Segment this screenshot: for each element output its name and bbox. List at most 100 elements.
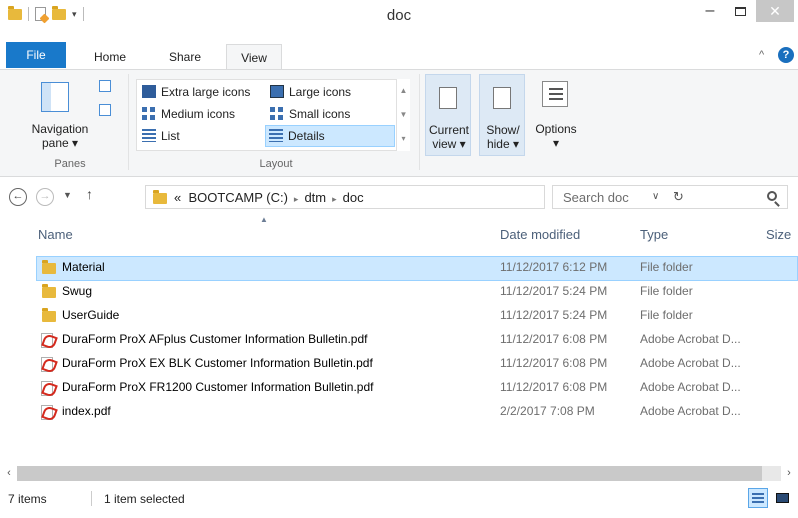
- breadcrumb-chevron-icon[interactable]: ▸: [294, 194, 299, 204]
- address-toolbar: ← → ▼ ↑ « BOOTCAMP (C:) ▸ dtm ▸ doc ∨ ↻: [0, 177, 798, 215]
- medium-icons-label: Medium icons: [161, 107, 236, 121]
- options-icon[interactable]: [542, 81, 568, 107]
- recent-locations-icon[interactable]: ▼: [63, 190, 72, 200]
- navigation-pane-label: Navigation: [31, 122, 89, 136]
- column-header-size[interactable]: Size: [766, 227, 791, 242]
- column-header-type[interactable]: Type: [640, 227, 668, 242]
- breadcrumb-doc[interactable]: doc: [343, 190, 364, 205]
- file-name: DuraForm ProX FR1200 Customer Informatio…: [62, 380, 374, 394]
- status-bar: 7 items 1 item selected: [0, 482, 798, 518]
- file-row[interactable]: DuraForm ProX EX BLK Customer Informatio…: [0, 352, 798, 376]
- tab-file[interactable]: File: [6, 42, 66, 68]
- file-name: Swug: [62, 284, 93, 298]
- location-folder-icon: [153, 190, 167, 204]
- show-hide-button[interactable]: Show/ hide ▾: [479, 74, 525, 156]
- options-dropdown-icon: ▾: [552, 136, 560, 150]
- up-button[interactable]: ↑: [86, 186, 93, 202]
- preview-pane-icon[interactable]: [99, 80, 111, 92]
- file-name: DuraForm ProX AFplus Customer Informatio…: [62, 332, 368, 346]
- file-name: UserGuide: [62, 308, 120, 322]
- group-label-layout: Layout: [259, 158, 293, 170]
- small-icons-icon: [270, 107, 284, 120]
- show-hide-icon: [493, 87, 511, 109]
- list-icon: [142, 129, 156, 142]
- sort-ascending-icon: ▲: [260, 215, 268, 224]
- close-button[interactable]: ✕: [756, 0, 794, 22]
- group-divider: [128, 74, 129, 170]
- pdf-icon: [40, 380, 54, 396]
- item-count: 7 items: [8, 492, 47, 506]
- forward-button[interactable]: →: [36, 188, 54, 206]
- search-box[interactable]: [552, 185, 788, 209]
- layout-large-icons[interactable]: Large icons: [267, 82, 392, 102]
- breadcrumb-dtm[interactable]: dtm: [304, 190, 326, 205]
- navigation-pane-label-2: pane ▾: [41, 136, 79, 150]
- scroll-right-icon[interactable]: ›: [782, 466, 796, 481]
- list-label: List: [161, 129, 180, 143]
- medium-icons-icon: [142, 107, 156, 120]
- navigation-pane-button[interactable]: Navigation pane ▾: [24, 122, 96, 150]
- navigation-pane-icon[interactable]: [41, 82, 69, 112]
- file-date-modified: 11/12/2017 6:12 PM: [500, 260, 608, 274]
- current-view-button[interactable]: Current view ▾: [425, 74, 471, 156]
- current-view-label: Current: [428, 123, 469, 137]
- small-icons-label: Small icons: [289, 107, 351, 121]
- large-icons-icon: [270, 85, 284, 98]
- title-bar: ▾ doc – ✕: [0, 0, 798, 30]
- layout-list[interactable]: List: [139, 126, 264, 146]
- details-view-button[interactable]: [748, 488, 768, 508]
- scroll-thumb[interactable]: [17, 466, 762, 481]
- file-row[interactable]: DuraForm ProX FR1200 Customer Informatio…: [0, 376, 798, 400]
- file-type: File folder: [640, 308, 693, 322]
- help-icon[interactable]: ?: [778, 47, 794, 63]
- breadcrumb-bootcamp[interactable]: BOOTCAMP (C:): [188, 190, 287, 205]
- file-date-modified: 11/12/2017 5:24 PM: [500, 308, 608, 322]
- column-header-date-modified[interactable]: Date modified: [500, 227, 580, 242]
- options-button[interactable]: Options ▾: [531, 122, 581, 150]
- file-rows: Material 11/12/2017 6:12 PM File folder Swu…: [0, 256, 798, 424]
- breadcrumb: « BOOTCAMP (C:) ▸ dtm ▸ doc: [174, 190, 364, 205]
- current-view-label-2: view ▾: [432, 137, 466, 151]
- file-name: DuraForm ProX EX BLK Customer Informatio…: [62, 356, 373, 370]
- address-bar[interactable]: « BOOTCAMP (C:) ▸ dtm ▸ doc ∨ ↻: [145, 185, 684, 209]
- tab-view[interactable]: View: [226, 44, 282, 71]
- column-header-name[interactable]: Name: [38, 227, 73, 242]
- file-date-modified: 2/2/2017 7:08 PM: [500, 404, 595, 418]
- file-row[interactable]: Material 11/12/2017 6:12 PM File folder: [0, 256, 798, 281]
- layout-details[interactable]: Details: [265, 125, 395, 147]
- collapse-ribbon-icon[interactable]: ^: [759, 49, 764, 61]
- file-row[interactable]: Swug 11/12/2017 5:24 PM File folder: [0, 280, 798, 304]
- details-view-icon: [752, 493, 764, 503]
- layout-extra-large-icons[interactable]: Extra large icons: [139, 82, 264, 102]
- file-date-modified: 11/12/2017 6:08 PM: [500, 380, 608, 394]
- file-name: Material: [62, 260, 105, 274]
- layout-small-icons[interactable]: Small icons: [267, 104, 392, 124]
- search-input[interactable]: [563, 187, 753, 207]
- search-icon[interactable]: [767, 191, 777, 201]
- horizontal-scrollbar[interactable]: ‹ ›: [0, 464, 798, 482]
- file-type: File folder: [640, 284, 693, 298]
- back-button[interactable]: ←: [9, 188, 27, 206]
- gallery-scroll-down-icon[interactable]: ▼: [397, 103, 410, 127]
- details-pane-icon[interactable]: [99, 104, 111, 116]
- layout-medium-icons[interactable]: Medium icons: [139, 104, 264, 124]
- large-icons-view-button[interactable]: [772, 488, 792, 508]
- file-row[interactable]: UserGuide 11/12/2017 5:24 PM File folder: [0, 304, 798, 328]
- folder-icon: [42, 308, 56, 322]
- tab-home[interactable]: Home: [85, 44, 135, 70]
- group-divider: [419, 74, 420, 170]
- scroll-left-icon[interactable]: ‹: [2, 466, 16, 481]
- file-type: Adobe Acrobat D...: [640, 404, 741, 418]
- layout-gallery-scroller[interactable]: ▲ ▼ ▾: [396, 79, 410, 151]
- file-row[interactable]: DuraForm ProX AFplus Customer Informatio…: [0, 328, 798, 352]
- breadcrumb-overflow[interactable]: «: [174, 190, 181, 205]
- pdf-icon: [40, 356, 54, 372]
- file-row[interactable]: index.pdf 2/2/2017 7:08 PM Adobe Acrobat D…: [0, 400, 798, 424]
- gallery-scroll-up-icon[interactable]: ▲: [397, 79, 410, 103]
- tab-share[interactable]: Share: [160, 44, 210, 70]
- maximize-button[interactable]: [725, 0, 755, 22]
- gallery-more-icon[interactable]: ▾: [397, 127, 410, 151]
- breadcrumb-chevron-icon[interactable]: ▸: [332, 194, 337, 204]
- minimize-button[interactable]: –: [695, 0, 725, 22]
- file-date-modified: 11/12/2017 6:08 PM: [500, 332, 608, 346]
